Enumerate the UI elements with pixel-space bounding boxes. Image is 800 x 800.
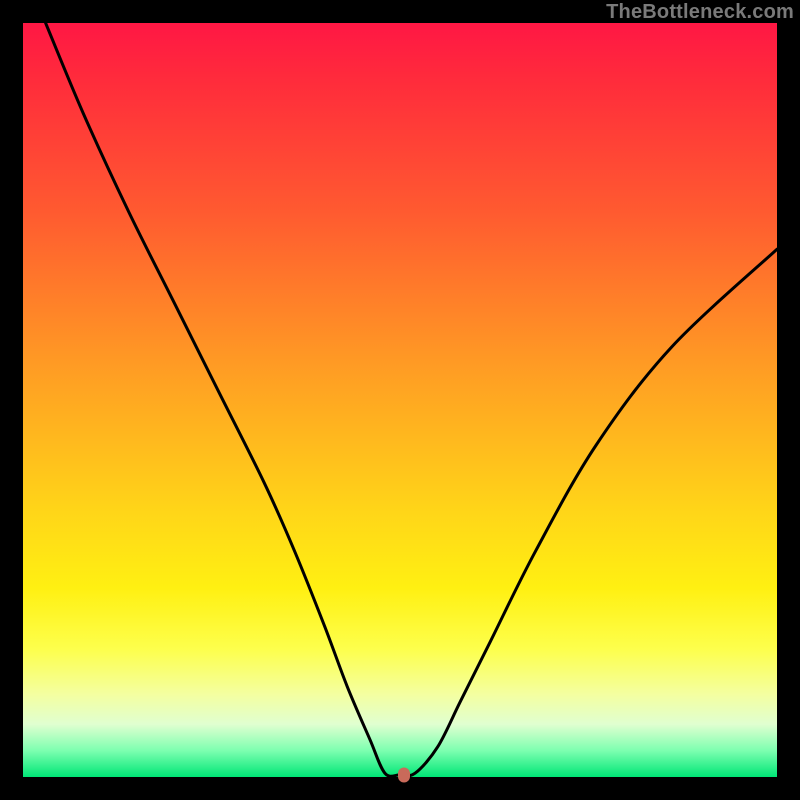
bottleneck-curve — [46, 23, 777, 776]
chart-frame: TheBottleneck.com — [0, 0, 800, 800]
curve-svg — [23, 23, 777, 777]
plot-area — [23, 23, 777, 777]
watermark: TheBottleneck.com — [606, 1, 794, 24]
optimal-point-marker — [398, 767, 410, 782]
